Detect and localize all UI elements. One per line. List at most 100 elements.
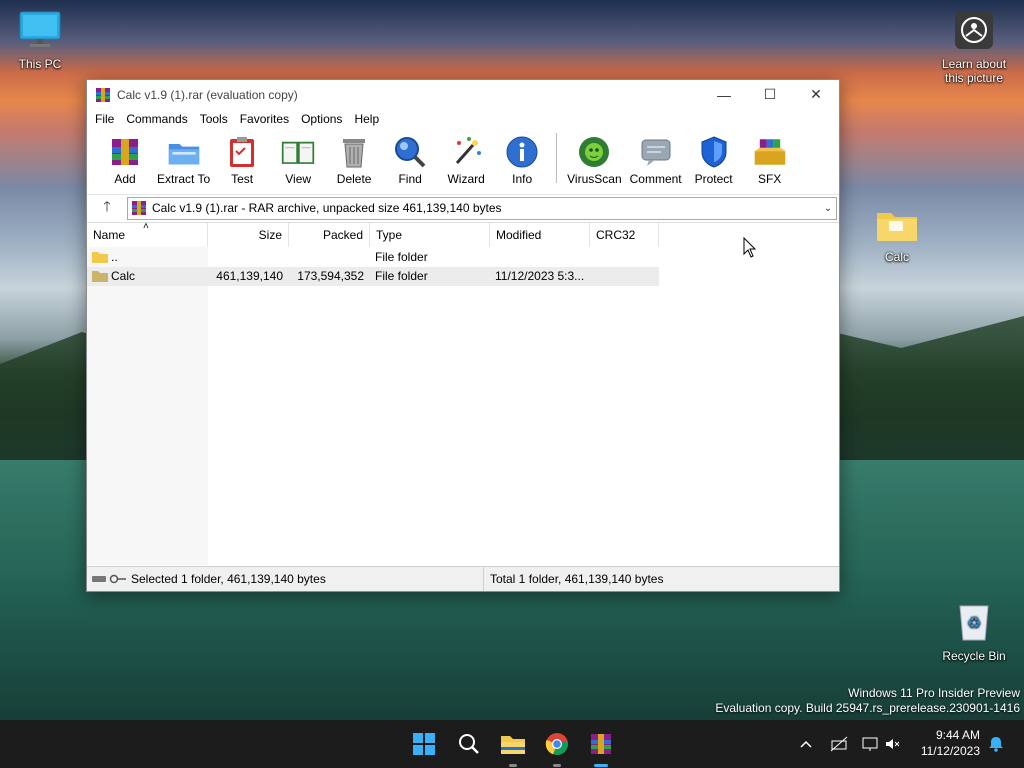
running-indicator: [553, 764, 561, 767]
address-text: Calc v1.9 (1).rar - RAR archive, unpacke…: [152, 201, 502, 215]
table-row[interactable]: .. File folder: [87, 248, 659, 267]
chevron-up-icon[interactable]: [798, 736, 814, 752]
network-offline-icon[interactable]: [830, 736, 848, 752]
protect-label: Protect: [694, 172, 733, 186]
column-type[interactable]: Type: [370, 223, 490, 247]
recycle-bin-icon: ♻: [959, 605, 989, 641]
monitor-icon: [19, 11, 61, 47]
running-indicator: [509, 764, 517, 767]
taskbar-search-button[interactable]: [455, 730, 483, 758]
file-explorer-icon: [501, 736, 525, 754]
chrome-icon: [545, 733, 568, 756]
info-icon: [506, 136, 538, 168]
info-label: Info: [512, 172, 533, 186]
wizard-label: Wizard: [447, 172, 485, 186]
comment-label: Comment: [629, 172, 682, 186]
row-modified: 11/12/2023 5:3...: [495, 269, 585, 283]
protect-button[interactable]: Protect: [686, 129, 742, 186]
address-combobox[interactable]: Calc v1.9 (1).rar - RAR archive, unpacke…: [127, 196, 837, 220]
row-packed: 173,594,352: [297, 269, 364, 283]
column-size[interactable]: Size: [208, 223, 289, 247]
menu-favorites[interactable]: Favorites: [234, 112, 295, 126]
volume-muted-icon[interactable]: [884, 736, 900, 752]
row-size: 461,139,140: [216, 269, 283, 283]
close-button[interactable]: ✕: [793, 80, 839, 109]
toolbar: Add Extract To Test View Delete Find Wiz…: [87, 129, 839, 187]
up-arrow-icon[interactable]: 🡑: [87, 196, 127, 220]
sfx-button[interactable]: SFX: [742, 129, 798, 186]
column-crc32[interactable]: CRC32: [590, 223, 659, 247]
winrar-icon: [591, 734, 611, 754]
recycle-bin-label: Recycle Bin: [942, 649, 1006, 663]
taskbar-file-explorer[interactable]: [499, 730, 527, 758]
taskbar-winrar[interactable]: [587, 730, 615, 758]
start-button[interactable]: [410, 730, 438, 758]
find-button[interactable]: Find: [382, 129, 438, 186]
extract-to-button[interactable]: Extract To: [153, 129, 214, 186]
search-icon: [459, 734, 479, 754]
status-total: Total 1 folder, 461,139,140 bytes: [490, 572, 664, 586]
mouse-cursor-icon: [743, 237, 757, 258]
menu-commands[interactable]: Commands: [120, 112, 193, 126]
add-button[interactable]: Add: [97, 129, 153, 186]
extract-folder-icon: [168, 143, 199, 165]
winrar-app-icon: [96, 87, 110, 102]
taskbar: 9:44 AM 11/12/2023: [0, 720, 1024, 768]
active-indicator: [594, 764, 608, 767]
learn-line1: Learn about: [941, 57, 1007, 71]
windows-logo-icon: [413, 733, 435, 755]
minimize-button[interactable]: —: [701, 80, 747, 109]
calc-folder-label: Calc: [884, 250, 909, 264]
view-button[interactable]: View: [270, 129, 326, 186]
clock-date: 11/12/2023: [920, 744, 980, 758]
column-name-label: Name: [93, 228, 126, 242]
column-packed[interactable]: Packed: [289, 223, 370, 247]
table-row-selected[interactable]: Calc 461,139,140 173,594,352 File folder…: [87, 267, 659, 286]
camera-info-icon: [955, 11, 993, 49]
row-type: File folder: [375, 269, 428, 283]
desktop-icon-learn-about-picture[interactable]: Learn about this picture: [934, 10, 1014, 85]
menu-tools[interactable]: Tools: [194, 112, 234, 126]
desktop-icon-calc-folder[interactable]: Calc: [857, 207, 937, 264]
notification-bell-icon[interactable]: [988, 736, 1004, 752]
taskbar-chrome[interactable]: [543, 730, 571, 758]
key-icon: [109, 574, 126, 584]
display-icon[interactable]: [862, 736, 880, 752]
menu-file[interactable]: File: [89, 112, 120, 126]
row-packed: [289, 248, 364, 267]
add-archive-icon: [112, 139, 138, 165]
test-button[interactable]: Test: [214, 129, 270, 186]
drive-key-icons[interactable]: [87, 574, 131, 584]
column-modified[interactable]: Modified: [490, 223, 590, 247]
clock-time: 9:44 AM: [935, 728, 980, 742]
info-button[interactable]: Info: [494, 129, 550, 186]
comment-icon: [641, 139, 671, 166]
folder-icon: [92, 271, 108, 282]
clock[interactable]: 9:44 AM 11/12/2023: [921, 727, 980, 759]
folder-icon: [877, 213, 917, 241]
delete-label: Delete: [336, 172, 372, 186]
maximize-button[interactable]: ☐: [747, 80, 793, 109]
column-header: Name ˄ Size Packed Type Modified CRC32: [87, 221, 839, 247]
desktop-icon-this-pc[interactable]: This PC: [0, 10, 80, 71]
book-icon: [281, 141, 315, 164]
desktop-icon-recycle-bin[interactable]: ♻ Recycle Bin: [934, 600, 1014, 663]
chevron-down-icon[interactable]: ⌄: [820, 203, 836, 214]
wizard-button[interactable]: Wizard: [438, 129, 494, 186]
column-name[interactable]: Name ˄: [87, 221, 208, 247]
sfx-box-icon: [754, 139, 785, 165]
menu-options[interactable]: Options: [295, 112, 348, 126]
menu-help[interactable]: Help: [348, 112, 385, 126]
test-clipboard-icon: [230, 137, 255, 167]
find-label: Find: [398, 172, 422, 186]
comment-button[interactable]: Comment: [626, 129, 686, 186]
sfx-label: SFX: [757, 172, 782, 186]
title-bar[interactable]: Calc v1.9 (1).rar (evaluation copy) — ☐ …: [87, 80, 839, 109]
magnifier-icon: [395, 137, 426, 168]
drive-icon: [92, 576, 106, 582]
delete-button[interactable]: Delete: [326, 129, 382, 186]
svg-text:♻: ♻: [967, 615, 981, 632]
virusscan-button[interactable]: VirusScan: [563, 129, 625, 186]
address-bar: 🡑 Calc v1.9 (1).rar - RAR archive, unpac…: [87, 194, 839, 221]
view-label: View: [285, 172, 312, 186]
